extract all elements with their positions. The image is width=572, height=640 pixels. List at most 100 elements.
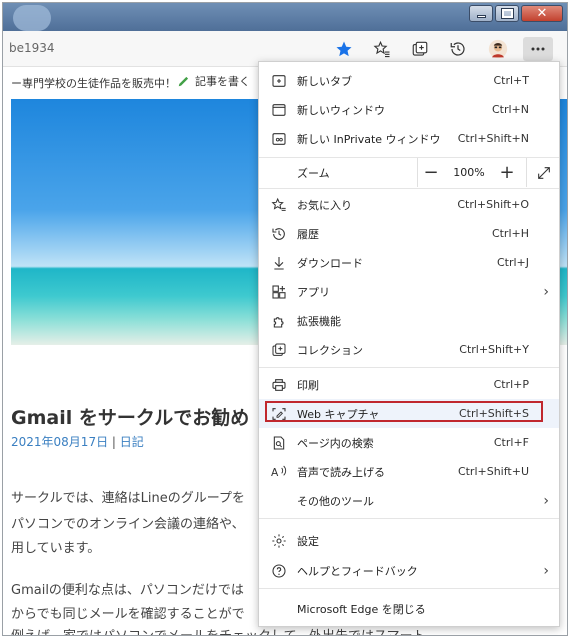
menu-item-more-tools[interactable]: その他のツール › <box>259 486 559 515</box>
more-menu-button[interactable] <box>523 37 553 61</box>
menu-item-shortcut: Ctrl+H <box>491 227 529 240</box>
menu-item-label: ズーム <box>297 166 330 180</box>
article-date[interactable]: 2021年08月17日 <box>11 435 108 449</box>
profile-button[interactable] <box>485 37 511 61</box>
menu-item-shortcut: Ctrl+J <box>496 256 529 269</box>
menu-item-web-capture[interactable]: Web キャプチャ Ctrl+Shift+S <box>259 399 559 428</box>
menu-item-label: 拡張機能 <box>297 314 341 328</box>
zoom-divider <box>526 158 527 187</box>
menu-item-label: 印刷 <box>297 378 319 392</box>
paragraph-line: Gmailの便利な点は、パソコンだけでは <box>11 583 244 598</box>
history-button[interactable] <box>445 37 471 61</box>
menu-separator <box>259 518 559 519</box>
more-menu-icon <box>531 47 545 51</box>
svg-text:A: A <box>271 466 279 479</box>
menu-item-label: 履歴 <box>297 227 319 241</box>
menu-item-close-edge[interactable]: Microsoft Edge を閉じる <box>259 594 559 623</box>
maximize-icon <box>500 8 514 19</box>
menu-item-print[interactable]: 印刷 Ctrl+P <box>259 370 559 399</box>
menu-item-help-feedback[interactable]: ヘルプとフィードバック › <box>259 556 559 585</box>
menu-item-label: Microsoft Edge を閉じる <box>297 602 426 616</box>
url-text[interactable]: be1934 <box>9 41 55 55</box>
menu-item-history[interactable]: 履歴 Ctrl+H <box>259 219 559 248</box>
menu-item-label: ヘルプとフィードバック <box>297 564 418 578</box>
menu-item-zoom: ズーム − 100% + <box>259 158 559 187</box>
paragraph-line: 用しています。 <box>11 541 101 556</box>
help-icon <box>270 562 288 580</box>
article-title[interactable]: Gmail をサークルでお勧め <box>11 403 249 430</box>
menu-item-settings[interactable]: 設定 <box>259 526 559 555</box>
menu-item-apps[interactable]: アプリ › <box>259 277 559 306</box>
minimize-button[interactable] <box>469 5 493 22</box>
menu-item-label: ページ内の検索 <box>297 436 374 450</box>
download-icon <box>270 254 288 272</box>
menu-item-new-window[interactable]: 新しいウィンドウ Ctrl+N <box>259 95 559 124</box>
menu-item-find-on-page[interactable]: ページ内の検索 Ctrl+F <box>259 428 559 457</box>
menu-item-shortcut: Ctrl+N <box>491 103 529 116</box>
favorites-icon <box>270 196 288 214</box>
close-window-button[interactable]: ✕ <box>521 5 563 22</box>
menu-item-favorites[interactable]: お気に入り Ctrl+Shift+O <box>259 190 559 219</box>
zoom-in-button[interactable]: + <box>494 160 520 186</box>
find-icon <box>270 434 288 452</box>
favorite-star-button[interactable] <box>331 37 357 61</box>
new-tab-icon <box>270 72 288 90</box>
write-article-label: 記事を書く <box>195 75 250 88</box>
collections-button[interactable] <box>407 37 433 61</box>
menu-item-label: 設定 <box>297 534 319 548</box>
fullscreen-button[interactable] <box>531 160 557 186</box>
menu-item-label: ダウンロード <box>297 256 363 270</box>
menu-item-shortcut: Ctrl+P <box>493 378 529 391</box>
settings-menu: 新しいタブ Ctrl+T 新しいウィンドウ Ctrl+N 新しい InPriva… <box>258 61 560 627</box>
web-capture-icon <box>270 405 288 423</box>
menu-item-shortcut: Ctrl+Shift+S <box>459 407 529 420</box>
menu-item-shortcut: Ctrl+Shift+U <box>457 465 529 478</box>
menu-item-shortcut: Ctrl+Shift+Y <box>459 343 529 356</box>
menu-item-collections[interactable]: コレクション Ctrl+Shift+Y <box>259 335 559 364</box>
menu-item-label: 新しいタブ <box>297 74 352 88</box>
browser-window: ✕ be1934 ー専門学校の生徒作品を販売中！ 記事を書く Gmail をサー… <box>2 2 568 636</box>
menu-item-shortcut: Ctrl+Shift+O <box>457 198 529 211</box>
minimize-icon <box>476 15 486 18</box>
banner-text: ー専門学校の生徒作品を販売中！ <box>11 77 176 90</box>
maximize-button[interactable] <box>495 5 519 22</box>
chevron-right-icon: › <box>543 492 549 509</box>
history-icon <box>450 42 465 56</box>
title-bar: ✕ <box>3 3 567 31</box>
window-icon <box>13 5 51 31</box>
menu-item-downloads[interactable]: ダウンロード Ctrl+J <box>259 248 559 277</box>
window-controls: ✕ <box>469 5 563 22</box>
menu-item-label: 音声で読み上げる <box>297 465 385 479</box>
collections-icon <box>412 41 428 56</box>
fullscreen-icon <box>538 166 550 179</box>
menu-item-label: コレクション <box>297 343 363 357</box>
print-icon <box>270 376 288 394</box>
chevron-right-icon: › <box>543 562 549 579</box>
new-window-icon <box>270 101 288 119</box>
menu-item-label: アプリ <box>297 285 330 299</box>
menu-item-shortcut: Ctrl+F <box>493 436 529 449</box>
paragraph-line: サークルでは、連絡はLineのグループを <box>11 491 245 506</box>
chevron-right-icon: › <box>543 283 549 300</box>
write-article-button[interactable]: 記事を書く <box>177 73 250 89</box>
article-category[interactable]: 日記 <box>120 435 144 449</box>
close-icon: ✕ <box>536 6 548 21</box>
apps-icon <box>270 283 288 301</box>
extensions-icon <box>270 312 288 330</box>
zoom-control: − 100% + <box>417 158 559 187</box>
zoom-out-button[interactable]: − <box>418 160 444 186</box>
menu-item-label: お気に入り <box>297 198 352 212</box>
menu-item-new-tab[interactable]: 新しいタブ Ctrl+T <box>259 66 559 95</box>
history-icon <box>270 225 288 243</box>
menu-item-extensions[interactable]: 拡張機能 <box>259 306 559 335</box>
settings-icon <box>270 532 288 550</box>
read-aloud-icon: A <box>270 463 288 481</box>
menu-item-new-inprivate-window[interactable]: 新しい InPrivate ウィンドウ Ctrl+Shift+N <box>259 124 559 153</box>
paragraph-line: からでも同じメールを確認することがで <box>11 607 245 622</box>
menu-item-label: その他のツール <box>297 494 374 508</box>
menu-item-shortcut: Ctrl+Shift+N <box>457 132 529 145</box>
favorites-list-button[interactable] <box>369 37 395 61</box>
menu-item-shortcut: Ctrl+T <box>493 74 529 87</box>
menu-separator <box>259 367 559 368</box>
menu-item-read-aloud[interactable]: A 音声で読み上げる Ctrl+Shift+U <box>259 457 559 486</box>
